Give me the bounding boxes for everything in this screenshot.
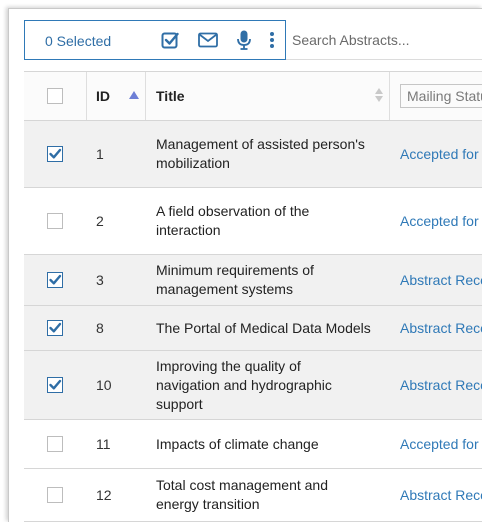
row-id: 8 [96, 320, 104, 336]
row-id: 12 [96, 487, 112, 503]
table-row[interactable]: 2 A field observation of the interaction Ac… [24, 188, 482, 255]
table-row[interactable]: 1 Management of assisted person's mobiliza… [24, 121, 482, 188]
row-status-link[interactable]: Accepted for Presentation [390, 121, 482, 187]
more-vertical-icon[interactable] [269, 31, 275, 54]
row-title-line: navigation and hydrographic [156, 376, 332, 393]
row-select-cell [24, 469, 86, 521]
sort-ascending-icon [129, 86, 139, 102]
sort-icon [375, 88, 383, 107]
abstracts-panel: 0 Selected Search Abstracts... ID Title … [8, 8, 482, 522]
row-title: Improving the quality of navigation and h… [146, 351, 390, 419]
checkmark-icon [49, 379, 62, 390]
row-title-line: Management of assisted person's [156, 136, 365, 152]
row-select-cell [24, 121, 86, 187]
row-select-cell [24, 188, 86, 254]
row-checkbox[interactable] [47, 146, 63, 162]
microphone-icon[interactable] [237, 30, 251, 55]
row-id: 10 [96, 377, 112, 393]
row-checkbox[interactable] [47, 487, 63, 503]
mailing-status-filter[interactable]: Mailing Status [400, 84, 482, 108]
table-header: ID Title Mailing Status [24, 72, 482, 121]
row-select-cell [24, 255, 86, 305]
abstracts-table: ID Title Mailing Status 1 Management of a… [24, 71, 482, 522]
checkmark-icon [49, 274, 62, 285]
column-label-title: Title [156, 87, 185, 104]
row-checkbox[interactable] [47, 436, 63, 452]
row-status-link[interactable]: Abstract Received [390, 255, 482, 305]
row-id: 11 [96, 436, 111, 452]
select-all-checkbox[interactable] [47, 88, 63, 104]
row-title-line: support [156, 395, 203, 412]
select-all-cell [24, 72, 87, 120]
row-title-line: interaction [156, 222, 221, 238]
row-title-line: mobilization [156, 155, 230, 171]
envelope-icon[interactable] [198, 32, 218, 53]
column-header-title[interactable]: Title [146, 72, 390, 120]
row-title-line: Improving the quality of [156, 357, 301, 374]
row-select-cell [24, 351, 86, 419]
row-status-link[interactable]: Accepted for Presentation [390, 188, 482, 254]
row-checkbox[interactable] [47, 377, 63, 393]
row-title-line: Total cost management and [156, 477, 328, 493]
row-id: 1 [96, 146, 104, 162]
row-checkbox[interactable] [47, 272, 63, 288]
checkmark-icon [49, 322, 62, 333]
row-title: A field observation of the interaction [146, 188, 390, 254]
column-header-id[interactable]: ID [86, 72, 146, 120]
row-select-cell [24, 306, 86, 350]
row-title-line: A field observation of the [156, 203, 310, 219]
row-checkbox[interactable] [47, 213, 63, 229]
check-square-icon[interactable] [161, 31, 179, 54]
table-row[interactable]: 3 Minimum requirements of management syste… [24, 255, 482, 306]
row-status-link[interactable]: Abstract Received [390, 351, 482, 419]
selection-toolbar: 0 Selected [24, 20, 286, 60]
row-title: Minimum requirements of management system… [146, 255, 390, 305]
row-status-link[interactable]: Abstract Received [390, 306, 482, 350]
row-status-link[interactable]: Accepted for Presentation [390, 420, 482, 468]
row-title: Total cost management and energy transiti… [146, 469, 390, 521]
column-header-mailing-status: Mailing Status [390, 72, 482, 120]
row-title-line: The Portal of Medical Data Models [156, 319, 371, 336]
row-title: Impacts of climate change [146, 420, 390, 468]
row-title-line: Minimum requirements of [156, 262, 314, 278]
row-id: 3 [96, 272, 104, 288]
table-row[interactable]: 8 The Portal of Medical Data Models Abstra… [24, 306, 482, 351]
row-checkbox[interactable] [47, 320, 63, 336]
checkmark-icon [49, 148, 62, 159]
search-input[interactable] [286, 20, 482, 60]
row-status-link[interactable]: Abstract Received [390, 469, 482, 521]
row-select-cell [24, 420, 86, 468]
row-title-line: management systems [156, 281, 293, 297]
table-row[interactable]: 12 Total cost management and energy transi… [24, 469, 482, 522]
table-row[interactable]: 10 Improving the quality of navigation and… [24, 351, 482, 420]
row-title-line: Impacts of climate change [156, 435, 319, 452]
column-label-id: ID [96, 88, 110, 104]
selected-count: 0 Selected [45, 33, 112, 49]
table-body: 1 Management of assisted person's mobiliza… [24, 121, 482, 522]
row-title: The Portal of Medical Data Models [146, 306, 390, 350]
row-id: 2 [96, 213, 104, 229]
row-title-line: energy transition [156, 496, 260, 512]
table-row[interactable]: 11 Impacts of climate change Accepted for … [24, 420, 482, 469]
row-title: Management of assisted person's mobilizat… [146, 121, 390, 187]
